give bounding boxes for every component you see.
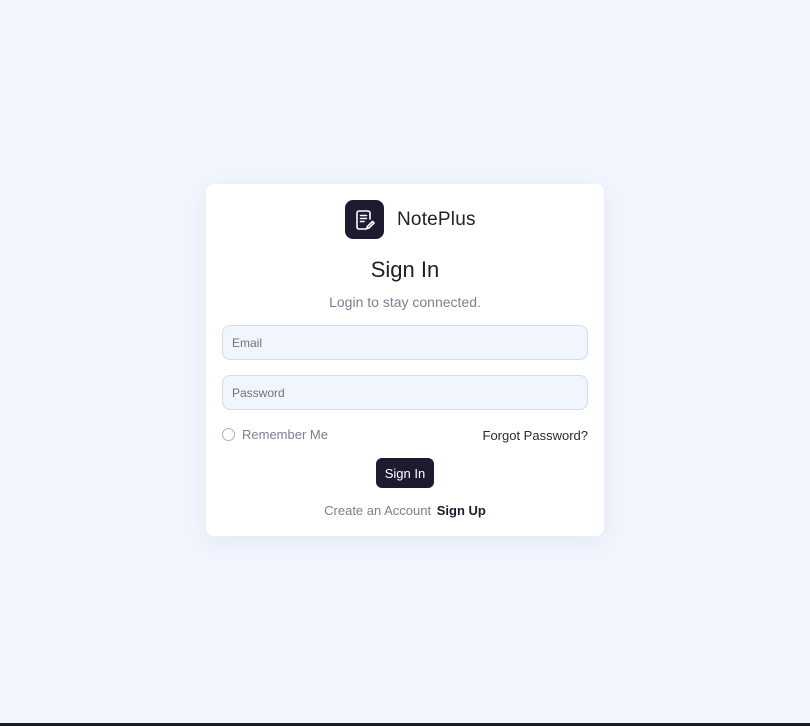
brand: NotePlus — [345, 200, 476, 239]
page-subtitle: Login to stay connected. — [329, 294, 481, 310]
forgot-password-link[interactable]: Forgot Password? — [483, 428, 589, 443]
signup-prompt: Create an Account Sign Up — [206, 503, 604, 518]
remember-me-option[interactable]: Remember Me — [222, 427, 328, 442]
page-title: Sign In — [370, 257, 440, 282]
email-field[interactable] — [222, 325, 588, 360]
remember-me-label: Remember Me — [242, 427, 328, 442]
signin-card: NotePlus Sign In Login to stay connected… — [206, 184, 604, 536]
brand-name: NotePlus — [397, 208, 476, 230]
signup-prompt-text: Create an Account — [324, 503, 432, 518]
sign-in-button[interactable]: Sign In — [376, 458, 434, 488]
remember-me-radio[interactable] — [222, 428, 235, 441]
password-field[interactable] — [222, 375, 588, 410]
sign-up-link[interactable]: Sign Up — [437, 503, 486, 518]
note-edit-icon — [345, 200, 384, 239]
